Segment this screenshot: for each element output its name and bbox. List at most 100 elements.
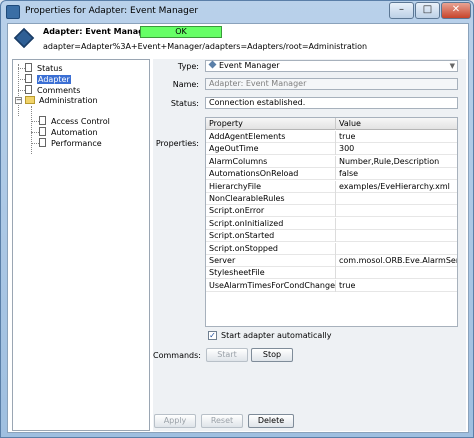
checkmark-icon: ✓ [209,331,216,340]
table-row[interactable]: Script.onError [206,205,457,218]
tree-item-adapter[interactable]: Adapter [25,74,71,85]
property-name-cell: NonClearableRules [206,193,336,205]
property-name-cell: AddAgentElements [206,131,336,143]
table-row[interactable]: Script.onInitialized [206,217,457,230]
header-title: Adapter: Event Manager [43,27,154,36]
name-field[interactable]: Adapter: Event Manager [205,78,458,90]
document-icon [39,127,46,136]
tree-connector [18,79,25,80]
table-row[interactable]: Servercom.mosol.ORB.Eve.AlarmServer [206,255,457,267]
apply-button[interactable]: Apply [154,414,196,428]
tree-item-label: Performance [51,139,102,148]
collapse-toggle[interactable]: − [15,97,22,104]
tree-item-label: Access Control [51,117,110,126]
chevron-down-icon: ▼ [449,62,455,70]
property-value-cell[interactable]: false [336,168,457,180]
table-row[interactable]: Script.onStarted [206,230,457,243]
tree-connector [18,90,25,91]
tree-connector [18,68,25,69]
table-row[interactable]: Script.onStopped [206,242,457,255]
property-name-cell: AutomationsOnReload [206,168,336,181]
reset-button[interactable]: Reset [201,414,243,428]
property-name-cell: AlarmColumns [206,155,336,168]
document-icon [25,85,32,94]
tree-item-label: Administration [39,96,98,105]
tree-item-performance[interactable]: Performance [39,138,102,149]
property-value-cell[interactable] [336,205,457,217]
properties-label: Properties: [155,139,199,148]
stop-button[interactable]: Stop [251,348,293,362]
window-app-icon [6,5,20,19]
property-name-cell: Server [206,255,336,267]
commands-label: Commands: [153,351,201,360]
title-bar[interactable]: Properties for Adapter: Event Manager – … [1,1,473,23]
document-icon [25,63,32,72]
tree-item-label: Automation [51,128,98,137]
status-badge: OK [140,26,222,38]
tree-connector [31,121,39,122]
tree-item-administration[interactable]: Administration [25,95,98,106]
tree-item-automation[interactable]: Automation [39,127,98,138]
property-name-cell: Script.onStarted [206,230,336,243]
property-value-cell[interactable] [336,218,457,230]
tree-connector [31,143,39,144]
property-value-cell[interactable]: 300 [336,143,457,155]
delete-button[interactable]: Delete [248,414,294,428]
status-label: Status: [170,99,199,108]
property-value-cell[interactable]: com.mosol.ORB.Eve.AlarmServer [336,255,457,267]
maximize-button[interactable]: □ [415,2,440,19]
table-row[interactable]: AlarmColumns Number,Rule,Description [206,155,457,168]
start-automatically-checkbox[interactable]: ✓ [208,331,217,340]
document-icon [39,116,46,125]
table-header: Property Value [206,118,457,130]
status-field: Connection established. [205,97,458,109]
navigation-tree[interactable]: Status Adapter Comments − Administration… [12,59,150,431]
property-value-cell[interactable]: examples/EveHierarchy.xml [336,181,457,193]
table-row[interactable]: StylesheetFile [206,267,457,280]
table-row[interactable]: AddAgentElements true [206,131,457,143]
start-button[interactable]: Start [206,348,248,362]
folder-icon [25,96,35,104]
property-name-cell: Script.onStopped [206,242,336,255]
adapter-icon [13,27,35,49]
type-value: Event Manager [219,61,280,70]
table-row[interactable]: UseAlarmTimesForCondChanges true [206,279,457,292]
column-header-value[interactable]: Value [336,118,457,130]
table-row[interactable]: AgeOutTime 300 [206,143,457,156]
adapter-properties-panel: Type: Event Manager ▼ Name: Adapter: Eve… [153,59,466,431]
property-name-cell: AgeOutTime [206,143,336,156]
table-row[interactable]: HierarchyFile examples/EveHierarchy.xml [206,180,457,193]
property-value-cell[interactable]: true [336,131,457,143]
document-icon [25,74,32,83]
property-value-cell[interactable] [336,267,457,279]
document-icon [39,138,46,147]
type-dropdown[interactable]: Event Manager ▼ [205,60,458,72]
column-header-property[interactable]: Property [206,118,336,130]
tree-item-label: Adapter [37,75,71,84]
tree-item-label: Status [37,64,63,73]
tree-item-label: Comments [37,86,81,95]
property-value-cell[interactable]: true [336,280,457,292]
adapter-path: adapter=Adapter%3A+Event+Manager/adapter… [43,42,368,51]
property-value-cell[interactable] [336,243,457,255]
tree-item-access-control[interactable]: Access Control [39,116,110,127]
name-label: Name: [172,80,199,89]
tree-item-status[interactable]: Status [25,63,63,74]
property-value-cell[interactable]: Number,Rule,Description [336,156,457,168]
property-name-cell: Script.onError [206,205,336,218]
table-row[interactable]: AutomationsOnReload false [206,168,457,181]
property-value-cell[interactable] [336,230,457,242]
close-button[interactable]: ✕ [441,2,471,19]
minimize-button[interactable]: – [389,2,414,19]
table-row[interactable]: NonClearableRules [206,193,457,205]
property-value-cell[interactable] [336,193,457,205]
property-name-cell: StylesheetFile [206,267,336,280]
adapter-type-icon [208,60,217,69]
type-label: Type: [177,62,199,71]
properties-table[interactable]: Property Value AddAgentElements true AgeOu… [205,117,458,327]
start-automatically-label: Start adapter automatically [221,331,332,340]
dialog-client-area: Adapter: Event Manager OK adapter=Adapte… [7,23,469,433]
property-name-cell: Script.onInitialized [206,217,336,230]
property-name-cell: HierarchyFile [206,180,336,193]
window-title: Properties for Adapter: Event Manager [25,6,199,16]
